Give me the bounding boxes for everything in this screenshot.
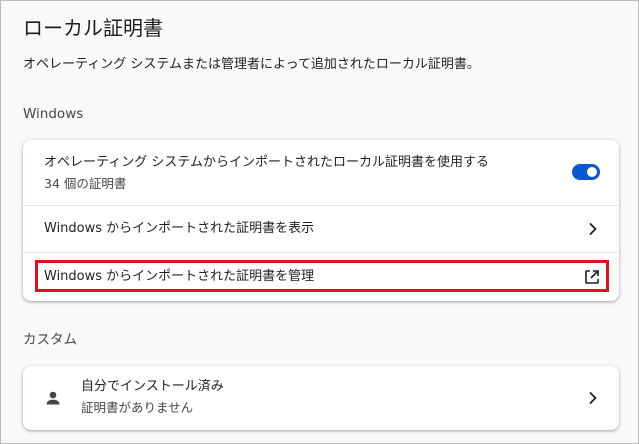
manage-imported-certs-label: Windows からインポートされた証明書を管理 — [44, 269, 315, 284]
page-description: オペレーティング システムまたは管理者によって追加されたローカル証明書。 — [23, 57, 480, 72]
view-imported-certs-row[interactable]: Windows からインポートされた証明書を表示 — [23, 206, 619, 252]
use-imported-certs-toggle[interactable] — [572, 164, 600, 180]
user-installed-certs-row[interactable]: 自分でインストール済み 証明書がありません — [23, 366, 619, 430]
view-imported-certs-label: Windows からインポートされた証明書を表示 — [44, 221, 315, 236]
manage-imported-certs-row[interactable]: Windows からインポートされた証明書を管理 — [23, 253, 619, 301]
use-imported-certs-row[interactable]: オペレーティング システムからインポートされたローカル証明書を使用する 34 個… — [23, 140, 619, 205]
page-title: ローカル証明書 — [23, 16, 163, 40]
chevron-right-icon[interactable] — [583, 219, 603, 239]
use-imported-certs-label: オペレーティング システムからインポートされたローカル証明書を使用する — [44, 155, 489, 170]
section-heading-custom: カスタム — [23, 332, 77, 348]
section-heading-windows: Windows — [23, 106, 84, 122]
user-installed-sublabel: 証明書がありません — [81, 400, 194, 415]
custom-card: 自分でインストール済み 証明書がありません — [23, 366, 619, 430]
settings-page: ローカル証明書 オペレーティング システムまたは管理者によって追加されたローカル… — [0, 0, 639, 444]
toggle-knob — [587, 167, 597, 177]
person-icon — [43, 388, 63, 408]
windows-card: オペレーティング システムからインポートされたローカル証明書を使用する 34 個… — [23, 140, 619, 301]
use-imported-certs-count: 34 個の証明書 — [44, 176, 127, 191]
user-installed-label: 自分でインストール済み — [81, 379, 224, 394]
open-in-new-icon[interactable] — [582, 267, 602, 287]
chevron-right-icon[interactable] — [583, 388, 603, 408]
